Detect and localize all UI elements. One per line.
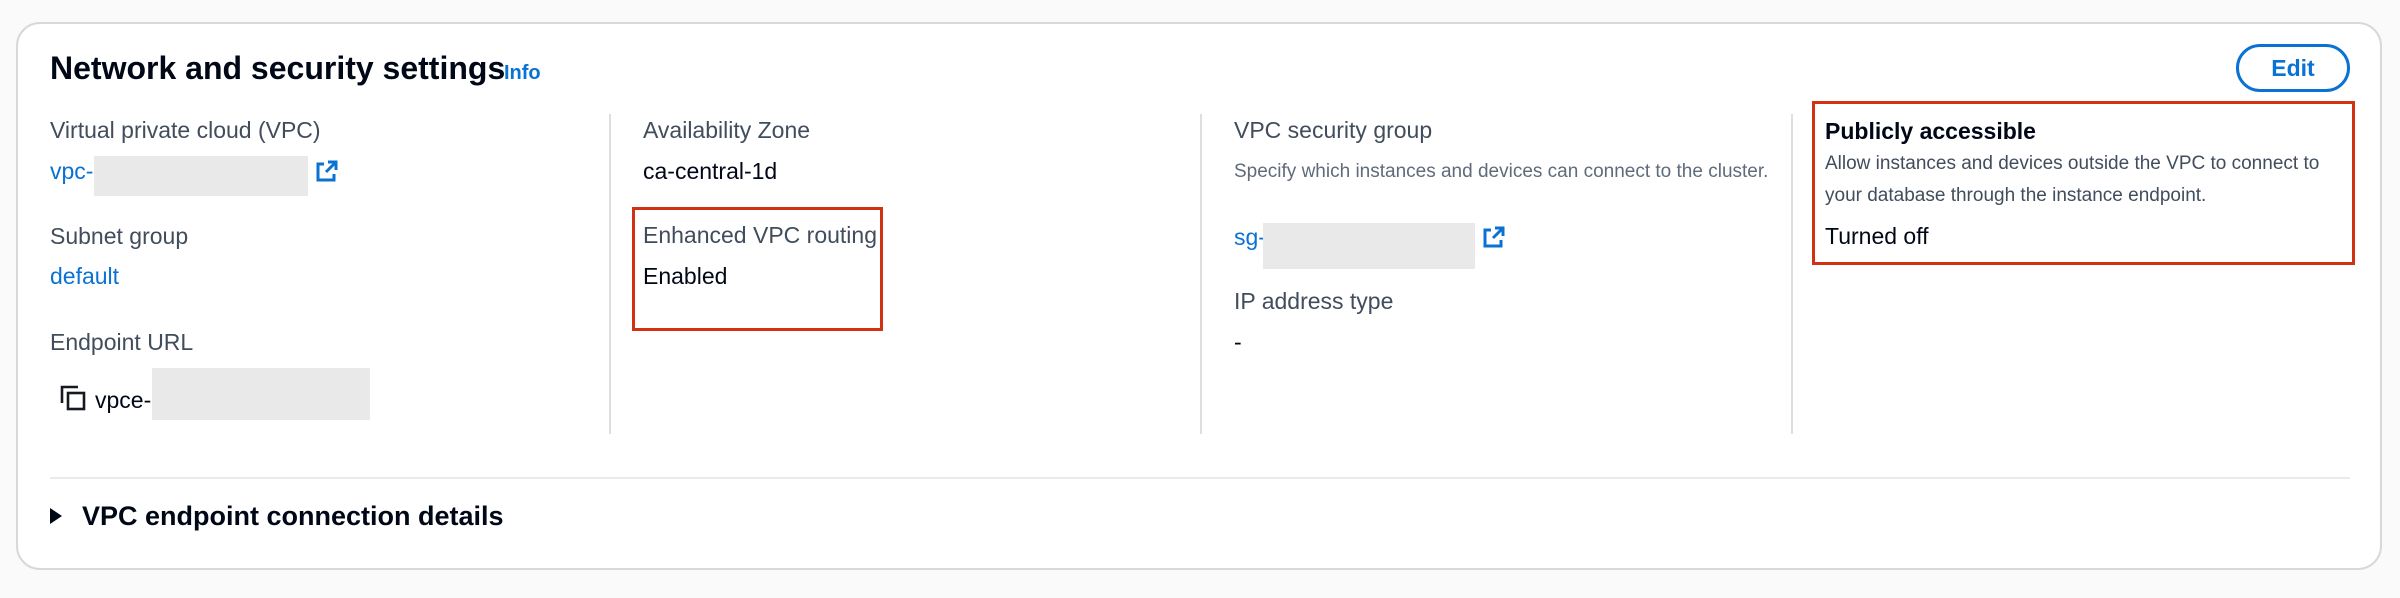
external-link-icon[interactable]: [1483, 226, 1505, 248]
panel-title: Network and security settings: [50, 50, 506, 86]
endpoint-id-redacted: [152, 368, 370, 420]
edit-button[interactable]: Edit: [2236, 44, 2350, 92]
vpc-link[interactable]: vpc-: [50, 158, 93, 185]
publicly-accessible-value: Turned off: [1825, 223, 1929, 249]
endpoint-url-label: Endpoint URL: [50, 329, 194, 355]
enhanced-vpc-routing-label: Enhanced VPC routing: [643, 222, 877, 248]
copy-icon[interactable]: [58, 383, 88, 413]
publicly-accessible-description: Allow instances and devices outside the …: [1825, 153, 2320, 206]
endpoint-url-value: vpce-: [95, 387, 152, 413]
security-group-id-redacted: [1263, 223, 1475, 269]
vpc-id-redacted: [94, 156, 308, 196]
vpc-label: Virtual private cloud (VPC): [50, 117, 321, 143]
availability-zone-value: ca-central-1d: [643, 158, 778, 184]
security-group-link[interactable]: sg-: [1234, 224, 1266, 251]
column-divider: [1791, 114, 1793, 434]
vpc-security-group-label: VPC security group: [1234, 117, 1433, 143]
expander-label: VPC endpoint connection details: [82, 500, 504, 531]
publicly-accessible-label: Publicly accessible: [1825, 118, 2036, 144]
ip-address-type-value: -: [1234, 329, 1242, 355]
vpc-endpoint-details-expander[interactable]: VPC endpoint connection details: [50, 496, 504, 536]
caret-right-icon: [50, 508, 62, 524]
enhanced-vpc-routing-value: Enabled: [643, 263, 728, 289]
section-divider: [50, 477, 2350, 479]
column-divider: [1200, 114, 1202, 434]
subnet-group-label: Subnet group: [50, 223, 189, 249]
column-divider: [609, 114, 611, 434]
vpc-security-group-description: Specify which instances and devices can …: [1234, 161, 1769, 182]
availability-zone-label: Availability Zone: [643, 117, 811, 143]
subnet-group-link[interactable]: default: [50, 263, 119, 290]
info-link[interactable]: Info: [504, 62, 541, 85]
external-link-icon[interactable]: [316, 160, 338, 182]
ip-address-type-label: IP address type: [1234, 288, 1394, 314]
